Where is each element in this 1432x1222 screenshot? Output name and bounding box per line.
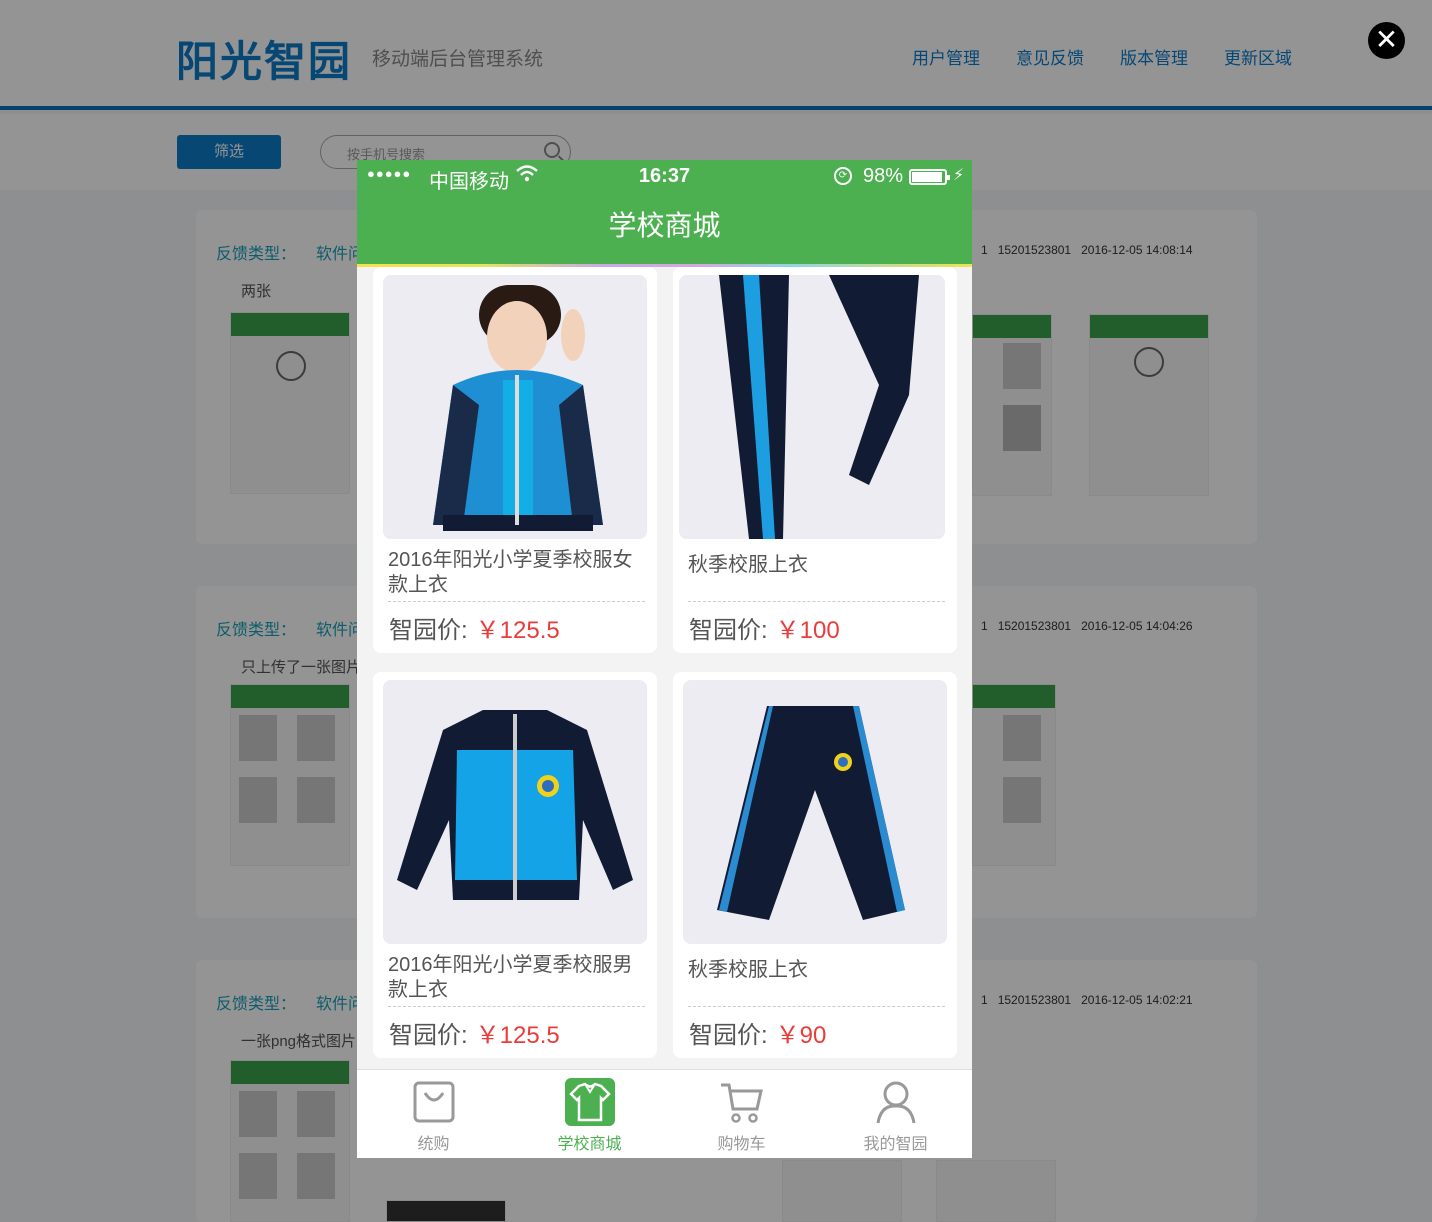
product-card[interactable]: 秋季校服上衣 智园价: ￥90	[673, 672, 957, 1058]
product-price-row: 智园价: ￥125.5	[389, 610, 560, 645]
price-label: 智园价:	[389, 1022, 468, 1049]
product-price-row: 智园价: ￥100	[689, 610, 840, 645]
battery-percent: 98%	[863, 165, 904, 187]
bottom-tab-bar: 统购 学校商城 购物车 我的智园	[357, 1069, 972, 1158]
price-label: 智园价:	[389, 617, 468, 644]
product-divider	[688, 1006, 945, 1007]
product-price-row: 智园价: ￥125.5	[389, 1015, 560, 1050]
price-label: 智园价:	[689, 1022, 768, 1049]
charging-icon: ⚡	[953, 167, 965, 184]
close-button[interactable]: ✕	[1368, 22, 1405, 59]
user-icon	[873, 1079, 919, 1125]
product-divider	[388, 601, 645, 602]
price-label: 智园价:	[689, 617, 768, 644]
product-price-row: 智园价: ￥90	[689, 1015, 826, 1050]
tab-label: 统购	[417, 1136, 450, 1153]
status-bar: ●●●●● 中国移动 16:37 ⟳ 98% ⚡	[357, 160, 972, 194]
tab-my-zhiyuan[interactable]: 我的智园	[819, 1070, 972, 1158]
product-divider	[388, 1006, 645, 1007]
product-image[interactable]	[383, 680, 647, 944]
product-name[interactable]: 2016年阳光小学夏季校服女款上衣	[388, 548, 644, 598]
phone-preview: ●●●●● 中国移动 16:37 ⟳ 98% ⚡ 学校商城 2016年阳光小学夏…	[357, 160, 972, 1158]
product-divider	[688, 601, 945, 602]
product-price: ￥125.5	[475, 1022, 560, 1049]
shirt-icon	[565, 1078, 615, 1126]
page-title: 学校商城	[357, 194, 972, 266]
product-price: ￥90	[775, 1022, 827, 1049]
tab-label: 学校商城	[557, 1136, 622, 1153]
bag-icon	[411, 1079, 457, 1125]
orientation-lock-icon: ⟳	[834, 167, 852, 185]
cart-icon	[719, 1079, 765, 1125]
product-price: ￥100	[775, 617, 840, 644]
battery-icon	[909, 169, 950, 185]
product-name[interactable]: 秋季校服上衣	[688, 958, 944, 983]
product-image[interactable]	[679, 275, 945, 539]
product-image[interactable]	[683, 680, 947, 944]
product-price: ￥125.5	[475, 617, 560, 644]
product-image[interactable]	[383, 275, 647, 539]
tab-label: 我的智园	[863, 1136, 928, 1153]
tab-cart[interactable]: 购物车	[665, 1070, 818, 1158]
product-name[interactable]: 2016年阳光小学夏季校服男款上衣	[388, 953, 644, 1003]
tab-school-mall[interactable]: 学校商城	[513, 1070, 666, 1158]
product-name[interactable]: 秋季校服上衣	[688, 553, 944, 578]
product-card[interactable]: 秋季校服上衣 智园价: ￥100	[673, 267, 957, 653]
tab-group-buy[interactable]: 统购	[357, 1070, 510, 1158]
product-card[interactable]: 2016年阳光小学夏季校服男款上衣 智园价: ￥125.5	[373, 672, 657, 1058]
tab-label: 购物车	[717, 1136, 766, 1153]
product-card[interactable]: 2016年阳光小学夏季校服女款上衣 智园价: ￥125.5	[373, 267, 657, 653]
